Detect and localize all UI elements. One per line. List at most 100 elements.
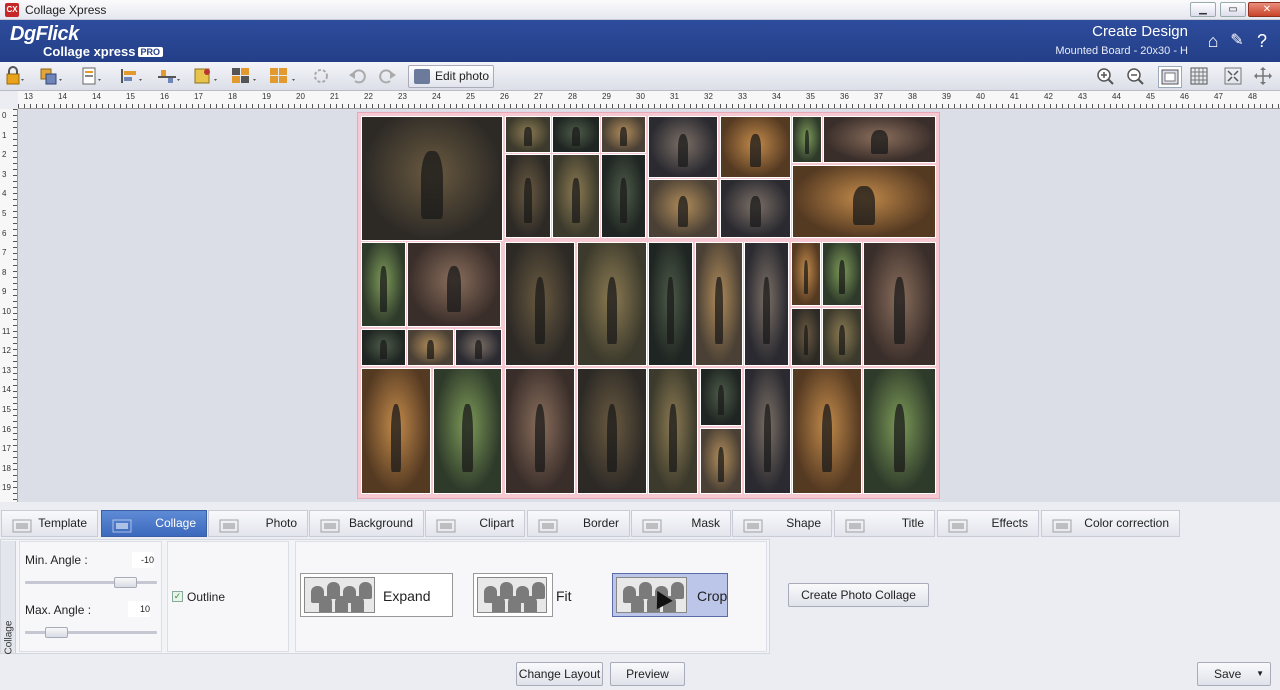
lock-icon[interactable] — [4, 66, 34, 88]
grid-icon[interactable] — [230, 66, 260, 88]
collage-photo[interactable] — [700, 428, 742, 494]
max-angle-label: Max. Angle : — [25, 603, 92, 617]
collage-photo[interactable] — [577, 368, 647, 494]
max-angle-slider[interactable] — [25, 627, 157, 638]
tab-photo[interactable]: Photo — [208, 510, 308, 537]
zoom-in-icon[interactable] — [1094, 66, 1124, 88]
save-dropdown-icon[interactable]: ▼ — [1256, 663, 1264, 685]
zoom-out-icon[interactable] — [1124, 66, 1154, 88]
collage-photo[interactable] — [407, 329, 454, 366]
collage-photo[interactable] — [577, 242, 647, 366]
layers-icon[interactable] — [38, 66, 68, 88]
tab-shape[interactable]: Shape — [732, 510, 832, 537]
min-angle-value[interactable]: -10 — [132, 552, 154, 568]
minimize-button[interactable]: ▁ — [1190, 2, 1216, 17]
arrange-icon[interactable] — [192, 66, 222, 88]
mounted-board[interactable] — [357, 112, 940, 499]
collage-photo[interactable] — [601, 154, 646, 238]
collage-photo[interactable] — [822, 308, 862, 366]
align-icon[interactable] — [118, 66, 148, 88]
collage-photo[interactable] — [823, 116, 936, 163]
collage-photo[interactable] — [552, 154, 600, 238]
collage-photo[interactable] — [791, 308, 821, 366]
collage-photo[interactable] — [455, 329, 502, 366]
redo-icon[interactable] — [376, 66, 406, 88]
collage-photo[interactable] — [648, 242, 693, 366]
tools-icon[interactable]: ✎ — [1226, 30, 1248, 52]
min-angle-thumb[interactable] — [114, 577, 137, 588]
collage-photo[interactable] — [792, 368, 862, 494]
collage-photo[interactable] — [648, 179, 718, 238]
collage-photo[interactable] — [505, 154, 551, 238]
design-canvas[interactable] — [18, 109, 1280, 502]
restore-button[interactable]: ▭ — [1220, 2, 1246, 17]
tab-title[interactable]: Title — [834, 510, 935, 537]
ruler-h-label: 20 — [296, 92, 305, 101]
tab-effects[interactable]: Effects — [937, 510, 1039, 537]
collage-photo[interactable] — [552, 116, 600, 153]
collage-photo[interactable] — [433, 368, 502, 494]
collage-photo[interactable] — [361, 242, 406, 327]
collage-photo[interactable] — [505, 242, 575, 366]
tab-mask[interactable]: Mask — [631, 510, 731, 537]
min-angle-slider[interactable] — [25, 577, 157, 588]
ruler-v-label: 5 — [2, 209, 7, 218]
collage-photo[interactable] — [822, 242, 862, 306]
collage-photo[interactable] — [744, 368, 791, 494]
collage-photo[interactable] — [407, 242, 501, 327]
expand-mode-button[interactable]: Expand — [300, 573, 453, 617]
change-layout-button[interactable]: Change Layout — [516, 662, 603, 686]
fullscreen-icon[interactable] — [1222, 66, 1252, 88]
ruler-v-label: 15 — [2, 405, 11, 414]
edit-photo-button[interactable]: Edit photo — [408, 65, 494, 88]
tab-clipart[interactable]: Clipart — [425, 510, 525, 537]
preview-button[interactable]: Preview — [610, 662, 685, 686]
collage-photo[interactable] — [648, 116, 718, 178]
collage-photo[interactable] — [863, 242, 936, 366]
show-grid-icon[interactable] — [1188, 66, 1218, 88]
fit-mode-button[interactable]: Fit — [473, 573, 572, 617]
home-icon[interactable]: ⌂ — [1202, 30, 1224, 52]
layout-icon[interactable] — [268, 66, 298, 88]
tab-template[interactable]: Template — [1, 510, 98, 537]
collage-photo[interactable] — [791, 242, 821, 306]
collage-photo[interactable] — [361, 116, 503, 241]
fit-page-icon[interactable] — [1158, 66, 1182, 88]
save-button[interactable]: Save ▼ — [1197, 662, 1271, 686]
page-icon[interactable] — [80, 66, 110, 88]
photo-icon — [219, 517, 239, 533]
collage-photo[interactable] — [792, 165, 936, 238]
create-photo-collage-button[interactable]: Create Photo Collage — [788, 583, 929, 607]
collage-photo[interactable] — [361, 329, 406, 366]
collage-photo[interactable] — [863, 368, 936, 494]
collage-photo[interactable] — [720, 116, 791, 178]
person-figure — [893, 277, 906, 345]
person-figure — [380, 266, 387, 312]
collage-photo[interactable] — [700, 368, 742, 426]
tab-background[interactable]: Background — [309, 510, 424, 537]
collage-photo[interactable] — [695, 242, 743, 366]
tab-color-correction[interactable]: Color correction — [1041, 510, 1180, 537]
distribute-icon[interactable] — [155, 66, 185, 88]
toolbar: Edit photo — [0, 62, 1280, 91]
collage-photo[interactable] — [720, 179, 791, 238]
max-angle-value[interactable]: 10 — [128, 601, 150, 617]
collage-photo[interactable] — [792, 116, 822, 163]
crop-mode-label: Crop — [697, 588, 728, 604]
tab-collage[interactable]: Collage — [101, 510, 207, 537]
help-icon[interactable]: ? — [1251, 30, 1273, 52]
collage-photo[interactable] — [601, 116, 646, 153]
collage-photo[interactable] — [648, 368, 698, 494]
collage-photo[interactable] — [744, 242, 789, 366]
collage-photo[interactable] — [505, 116, 551, 153]
pan-icon[interactable] — [1252, 66, 1280, 88]
max-angle-thumb[interactable] — [45, 627, 68, 638]
collage-photo[interactable] — [505, 368, 575, 494]
outline-checkbox[interactable]: ✓ — [172, 591, 183, 602]
collage-photo[interactable] — [361, 368, 431, 494]
close-button[interactable]: ✕ — [1248, 2, 1280, 17]
person-figure — [534, 277, 546, 345]
undo-icon[interactable] — [347, 66, 377, 88]
tab-border[interactable]: Border — [527, 510, 630, 537]
rotate-icon[interactable] — [310, 66, 340, 88]
